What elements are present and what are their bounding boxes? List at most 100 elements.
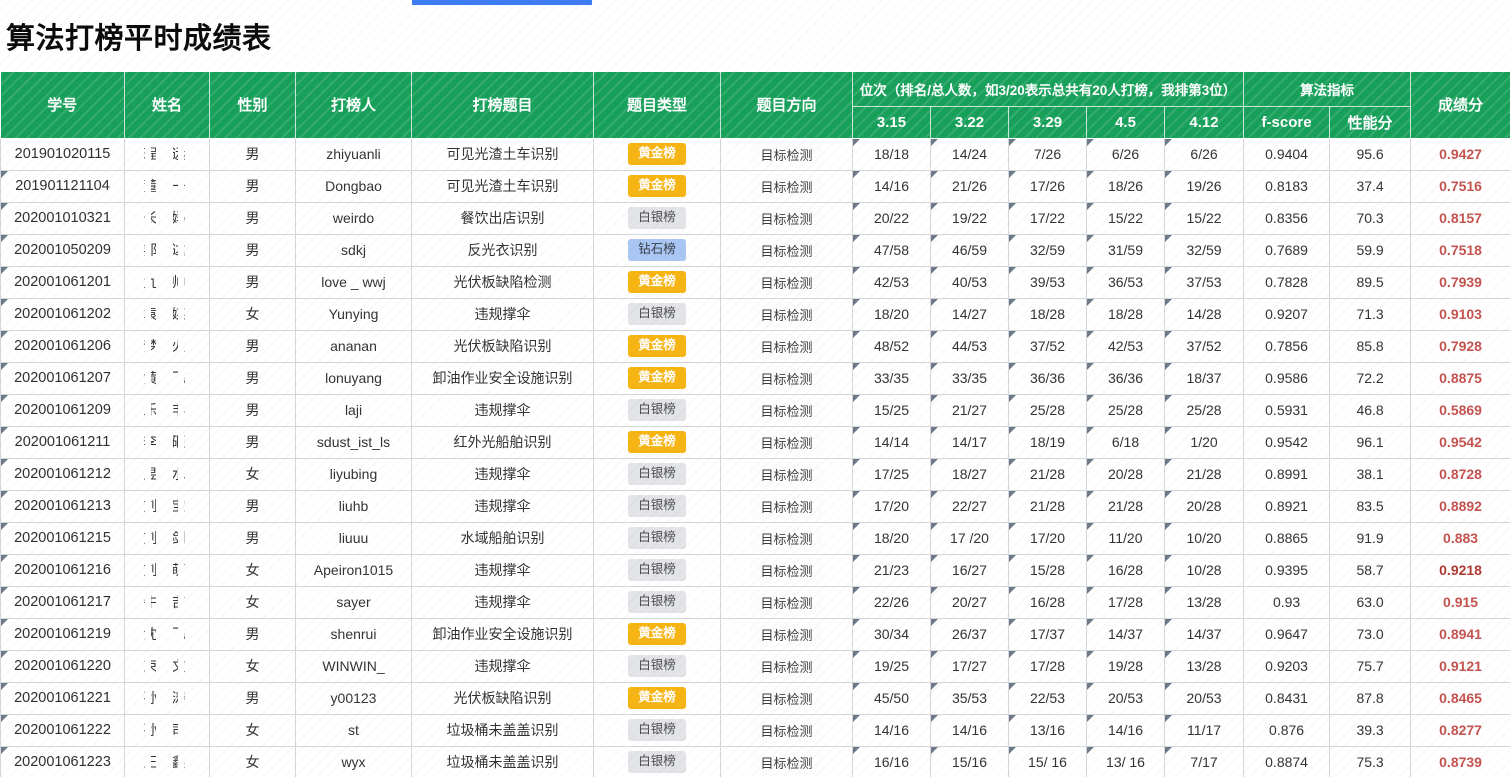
- cell-rank[interactable]: 44/53: [930, 330, 1009, 363]
- cell-student-id[interactable]: 202001061217: [0, 586, 125, 619]
- cell-perf[interactable]: 85.8: [1329, 330, 1412, 363]
- cell-student-id[interactable]: 202001061209: [0, 394, 125, 427]
- cell-topic-type[interactable]: 白银榜: [593, 298, 721, 331]
- cell-rank[interactable]: 36/36: [1086, 362, 1165, 395]
- cell-direction[interactable]: 目标检测: [720, 170, 853, 203]
- cell-rank[interactable]: 47/58: [852, 234, 931, 267]
- cell-gender[interactable]: 男: [209, 362, 296, 395]
- cell-ranker[interactable]: liuuu: [295, 522, 412, 555]
- cell-direction[interactable]: 目标检测: [720, 138, 853, 171]
- cell-topic[interactable]: 卸油作业安全设施识别: [411, 618, 594, 651]
- col-score[interactable]: 成绩分: [1410, 72, 1510, 139]
- cell-topic[interactable]: 垃圾桶未盖盖识别: [411, 714, 594, 747]
- cell-rank[interactable]: 15/ 16: [1008, 746, 1087, 777]
- cell-perf[interactable]: 73.0: [1329, 618, 1412, 651]
- cell-ranker[interactable]: ananan: [295, 330, 412, 363]
- cell-perf[interactable]: 75.7: [1329, 650, 1412, 683]
- cell-gender[interactable]: 女: [209, 746, 296, 777]
- cell-ranker[interactable]: sayer: [295, 586, 412, 619]
- cell-fscore[interactable]: 0.8921: [1243, 490, 1331, 523]
- cell-name[interactable]: 袁 媒: [124, 298, 210, 331]
- cell-student-id[interactable]: 202001050209: [0, 234, 125, 267]
- cell-rank[interactable]: 19/28: [1086, 650, 1165, 683]
- cell-score[interactable]: 0.8875: [1410, 362, 1510, 395]
- cell-rank[interactable]: 6/26: [1164, 138, 1245, 171]
- col-rank-date-4[interactable]: 4.5: [1086, 106, 1165, 139]
- cell-fscore[interactable]: 0.8356: [1243, 202, 1331, 235]
- cell-topic[interactable]: 红外光船舶识别: [411, 426, 594, 459]
- cell-name[interactable]: 珵 远: [124, 138, 210, 171]
- cell-rank[interactable]: 14/17: [930, 426, 1009, 459]
- cell-perf[interactable]: 89.5: [1329, 266, 1412, 299]
- cell-topic-type[interactable]: 钻石榜: [593, 234, 721, 267]
- cell-name[interactable]: 孙 司: [124, 714, 210, 747]
- cell-rank[interactable]: 17/25: [852, 458, 931, 491]
- cell-topic-type[interactable]: 白银榜: [593, 202, 721, 235]
- cell-topic-type[interactable]: 白银榜: [593, 586, 721, 619]
- cell-fscore[interactable]: 0.9395: [1243, 554, 1331, 587]
- cell-perf[interactable]: 71.3: [1329, 298, 1412, 331]
- cell-rank[interactable]: 17/28: [1086, 586, 1165, 619]
- cell-name[interactable]: 刘 宝: [124, 490, 210, 523]
- cell-direction[interactable]: 目标检测: [720, 618, 853, 651]
- cell-ranker[interactable]: love _ wwj: [295, 266, 412, 299]
- cell-rank[interactable]: 31/59: [1086, 234, 1165, 267]
- cell-fscore[interactable]: 0.7689: [1243, 234, 1331, 267]
- cell-student-id[interactable]: 202001061220: [0, 650, 125, 683]
- cell-rank[interactable]: 40/53: [930, 266, 1009, 299]
- cell-rank[interactable]: 33/35: [852, 362, 931, 395]
- cell-rank[interactable]: 18/26: [1086, 170, 1165, 203]
- cell-topic[interactable]: 水域船舶识别: [411, 522, 594, 555]
- cell-fscore[interactable]: 0.8991: [1243, 458, 1331, 491]
- cell-student-id[interactable]: 201901020115: [0, 138, 125, 171]
- cell-perf[interactable]: 91.9: [1329, 522, 1412, 555]
- cell-rank[interactable]: 33/35: [930, 362, 1009, 395]
- cell-rank[interactable]: 18/19: [1008, 426, 1087, 459]
- cell-rank[interactable]: 16/28: [1086, 554, 1165, 587]
- cell-student-id[interactable]: 202001061202: [0, 298, 125, 331]
- cell-rank[interactable]: 14/14: [852, 426, 931, 459]
- cell-gender[interactable]: 男: [209, 138, 296, 171]
- cell-ranker[interactable]: Yunying: [295, 298, 412, 331]
- cell-perf[interactable]: 70.3: [1329, 202, 1412, 235]
- cell-fscore[interactable]: 0.9586: [1243, 362, 1331, 395]
- cell-name[interactable]: 邦 达: [124, 234, 210, 267]
- cell-direction[interactable]: 目标检测: [720, 522, 853, 555]
- cell-rank[interactable]: 10/28: [1164, 554, 1245, 587]
- cell-perf[interactable]: 37.4: [1329, 170, 1412, 203]
- cell-rank[interactable]: 10/20: [1164, 522, 1245, 555]
- cell-name[interactable]: 沈 飞: [124, 618, 210, 651]
- col-rank-date-2[interactable]: 3.22: [930, 106, 1009, 139]
- cell-fscore[interactable]: 0.876: [1243, 714, 1331, 747]
- cell-topic[interactable]: 违规撑伞: [411, 586, 594, 619]
- cell-rank[interactable]: 21/28: [1008, 458, 1087, 491]
- cell-direction[interactable]: 目标检测: [720, 586, 853, 619]
- cell-perf[interactable]: 83.5: [1329, 490, 1412, 523]
- cell-rank[interactable]: 14/16: [930, 714, 1009, 747]
- cell-score[interactable]: 0.8941: [1410, 618, 1510, 651]
- cell-topic-type[interactable]: 黄金榜: [593, 266, 721, 299]
- cell-topic-type[interactable]: 白银榜: [593, 490, 721, 523]
- cell-rank[interactable]: 25/28: [1164, 394, 1245, 427]
- cell-fscore[interactable]: 0.9542: [1243, 426, 1331, 459]
- cell-gender[interactable]: 男: [209, 170, 296, 203]
- cell-topic-type[interactable]: 黄金榜: [593, 618, 721, 651]
- cell-rank[interactable]: 19/26: [1164, 170, 1245, 203]
- cell-rank[interactable]: 14/24: [930, 138, 1009, 171]
- cell-rank[interactable]: 36/36: [1008, 362, 1087, 395]
- cell-topic-type[interactable]: 黄金榜: [593, 138, 721, 171]
- cell-ranker[interactable]: shenrui: [295, 618, 412, 651]
- col-gender[interactable]: 性别: [209, 72, 296, 139]
- cell-rank[interactable]: 7/17: [1164, 746, 1245, 777]
- cell-rank[interactable]: 13/16: [1008, 714, 1087, 747]
- cell-gender[interactable]: 男: [209, 426, 296, 459]
- cell-rank[interactable]: 21/26: [930, 170, 1009, 203]
- cell-topic[interactable]: 违规撑伞: [411, 458, 594, 491]
- cell-rank[interactable]: 1/20: [1164, 426, 1245, 459]
- cell-fscore[interactable]: 0.8183: [1243, 170, 1331, 203]
- cell-student-id[interactable]: 202001061211: [0, 426, 125, 459]
- cell-rank[interactable]: 18/20: [852, 298, 931, 331]
- col-rank-date-1[interactable]: 3.15: [852, 106, 931, 139]
- cell-ranker[interactable]: liuhb: [295, 490, 412, 523]
- col-fscore[interactable]: f-score: [1243, 106, 1331, 139]
